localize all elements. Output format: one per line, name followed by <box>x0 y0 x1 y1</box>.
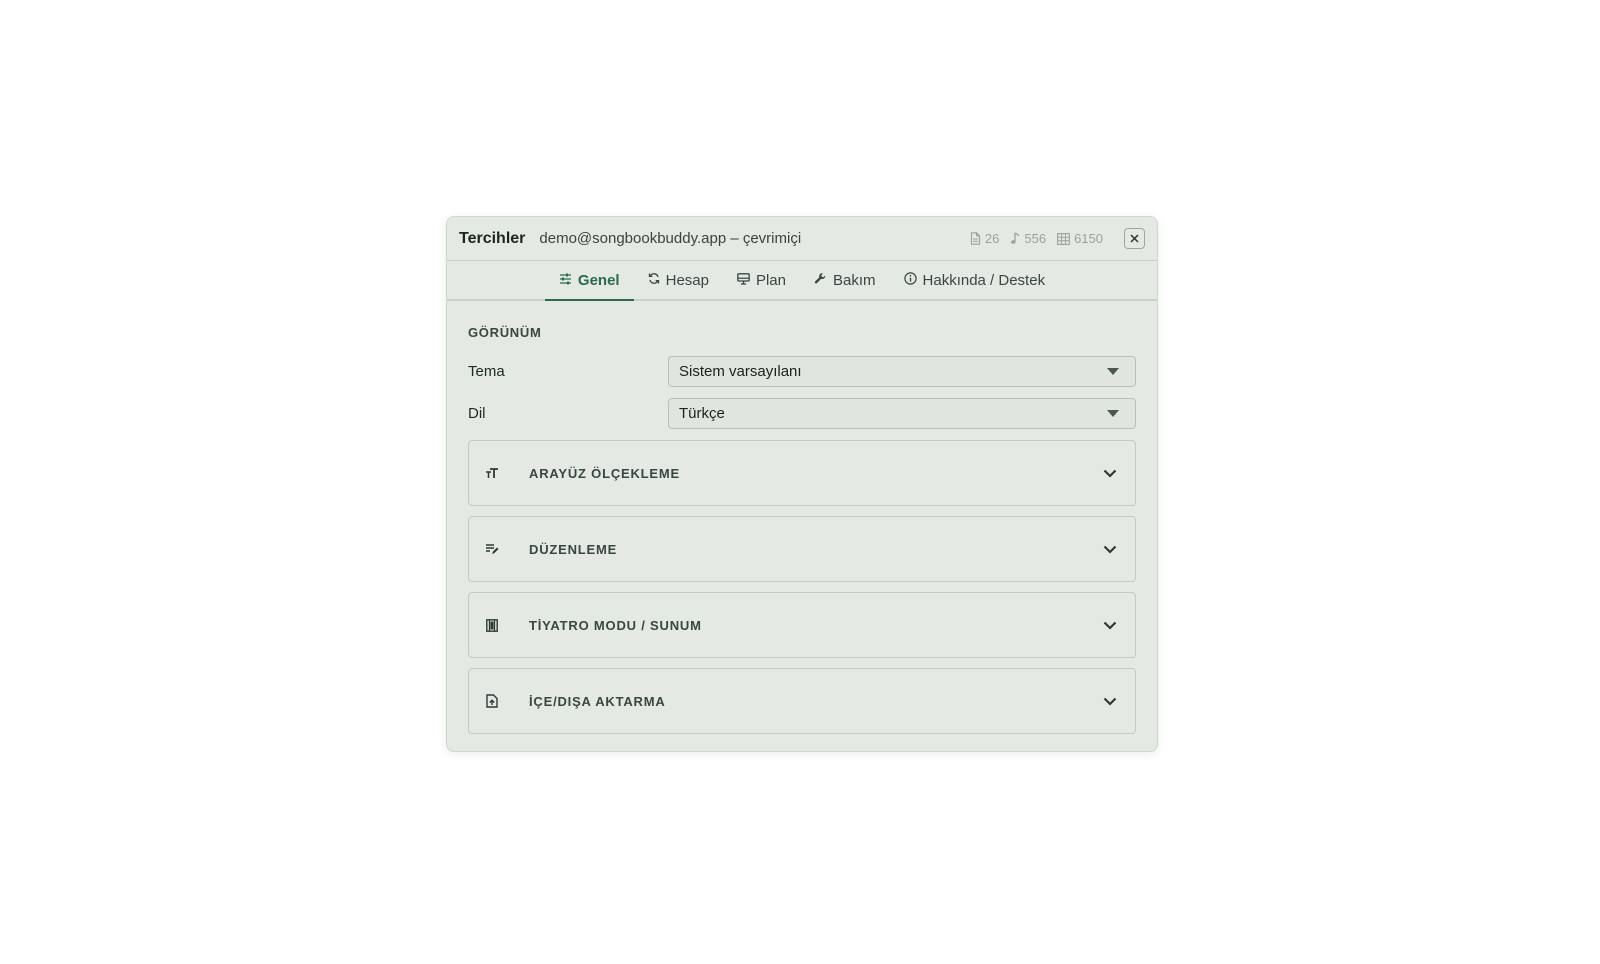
text-size-icon <box>483 464 501 482</box>
sliders-icon <box>559 272 572 289</box>
accordion-interface-scaling[interactable]: ARAYÜZ ÖLÇEKLEME <box>468 440 1136 506</box>
stats-bar: 26 556 6150 <box>970 228 1145 249</box>
chevron-down-icon <box>1101 464 1119 482</box>
theme-select-value: Sistem varsayılanı <box>679 363 802 380</box>
file-import-icon <box>483 692 501 710</box>
caret-down-icon <box>1107 410 1119 417</box>
tab-general[interactable]: Genel <box>544 261 634 301</box>
accordion-theater-mode[interactable]: TİYATRO MODU / SUNUM <box>468 592 1136 658</box>
tab-maintenance-label: Bakım <box>833 271 876 289</box>
tab-plan[interactable]: Plan <box>723 261 800 299</box>
tab-account-label: Hesap <box>665 271 709 289</box>
dialog-title: Tercihler <box>459 229 526 247</box>
tab-account[interactable]: Hesap <box>634 261 723 299</box>
monitor-icon <box>737 272 750 289</box>
theme-select[interactable]: Sistem varsayılanı <box>668 356 1136 387</box>
edit-list-icon <box>483 540 501 558</box>
dialog-header: Tercihler demo@songbookbuddy.app – çevri… <box>447 217 1157 261</box>
settings-accordions: ARAYÜZ ÖLÇEKLEME DÜZENLEME TİYATRO MODU … <box>468 440 1136 734</box>
close-icon <box>1130 231 1139 246</box>
document-icon <box>970 232 981 245</box>
stat-rows-value: 6150 <box>1074 231 1103 246</box>
chevron-down-icon <box>1101 616 1119 634</box>
tab-bar: Genel Hesap Plan Bakım Hakkında / Destek <box>447 261 1157 301</box>
theater-icon <box>483 616 501 634</box>
stat-documents: 26 <box>970 231 999 246</box>
wrench-icon <box>814 272 827 289</box>
tab-plan-label: Plan <box>755 271 786 289</box>
chevron-down-icon <box>1101 540 1119 558</box>
accordion-editing-title: DÜZENLEME <box>529 541 618 557</box>
preferences-dialog: Tercihler demo@songbookbuddy.app – çevri… <box>446 216 1158 752</box>
accordion-theater-mode-title: TİYATRO MODU / SUNUM <box>529 617 702 633</box>
tab-about-support-label: Hakkında / Destek <box>922 271 1046 289</box>
theme-label: Tema <box>468 363 505 380</box>
close-button[interactable] <box>1124 228 1145 249</box>
tab-maintenance[interactable]: Bakım <box>800 261 890 299</box>
stat-rows: 6150 <box>1057 231 1103 246</box>
table-icon <box>1057 232 1071 245</box>
caret-down-icon <box>1107 368 1119 375</box>
music-note-icon <box>1010 232 1020 245</box>
stat-songs-value: 556 <box>1024 231 1047 246</box>
tab-general-label: Genel <box>577 271 620 289</box>
accordion-editing[interactable]: DÜZENLEME <box>468 516 1136 582</box>
appearance-section-title: GÖRÜNÜM <box>468 325 542 340</box>
stat-documents-value: 26 <box>984 231 1000 246</box>
sync-icon <box>648 272 660 289</box>
accordion-interface-scaling-title: ARAYÜZ ÖLÇEKLEME <box>529 465 680 481</box>
theme-row: Tema Sistem varsayılanı <box>468 356 1136 387</box>
stat-songs: 556 <box>1010 231 1046 246</box>
language-select-value: Türkçe <box>679 405 725 422</box>
chevron-down-icon <box>1101 692 1119 710</box>
info-icon <box>903 271 917 289</box>
tab-about-support[interactable]: Hakkında / Destek <box>890 261 1060 299</box>
language-select[interactable]: Türkçe <box>668 398 1136 429</box>
account-status: demo@songbookbuddy.app – çevrimiçi <box>539 230 802 247</box>
language-label: Dil <box>468 405 486 422</box>
general-panel: GÖRÜNÜM Tema Sistem varsayılanı Dil Türk… <box>447 301 1157 734</box>
accordion-import-export[interactable]: İÇE/DIŞA AKTARMA <box>468 668 1136 734</box>
accordion-import-export-title: İÇE/DIŞA AKTARMA <box>529 693 666 709</box>
language-row: Dil Türkçe <box>468 398 1136 429</box>
